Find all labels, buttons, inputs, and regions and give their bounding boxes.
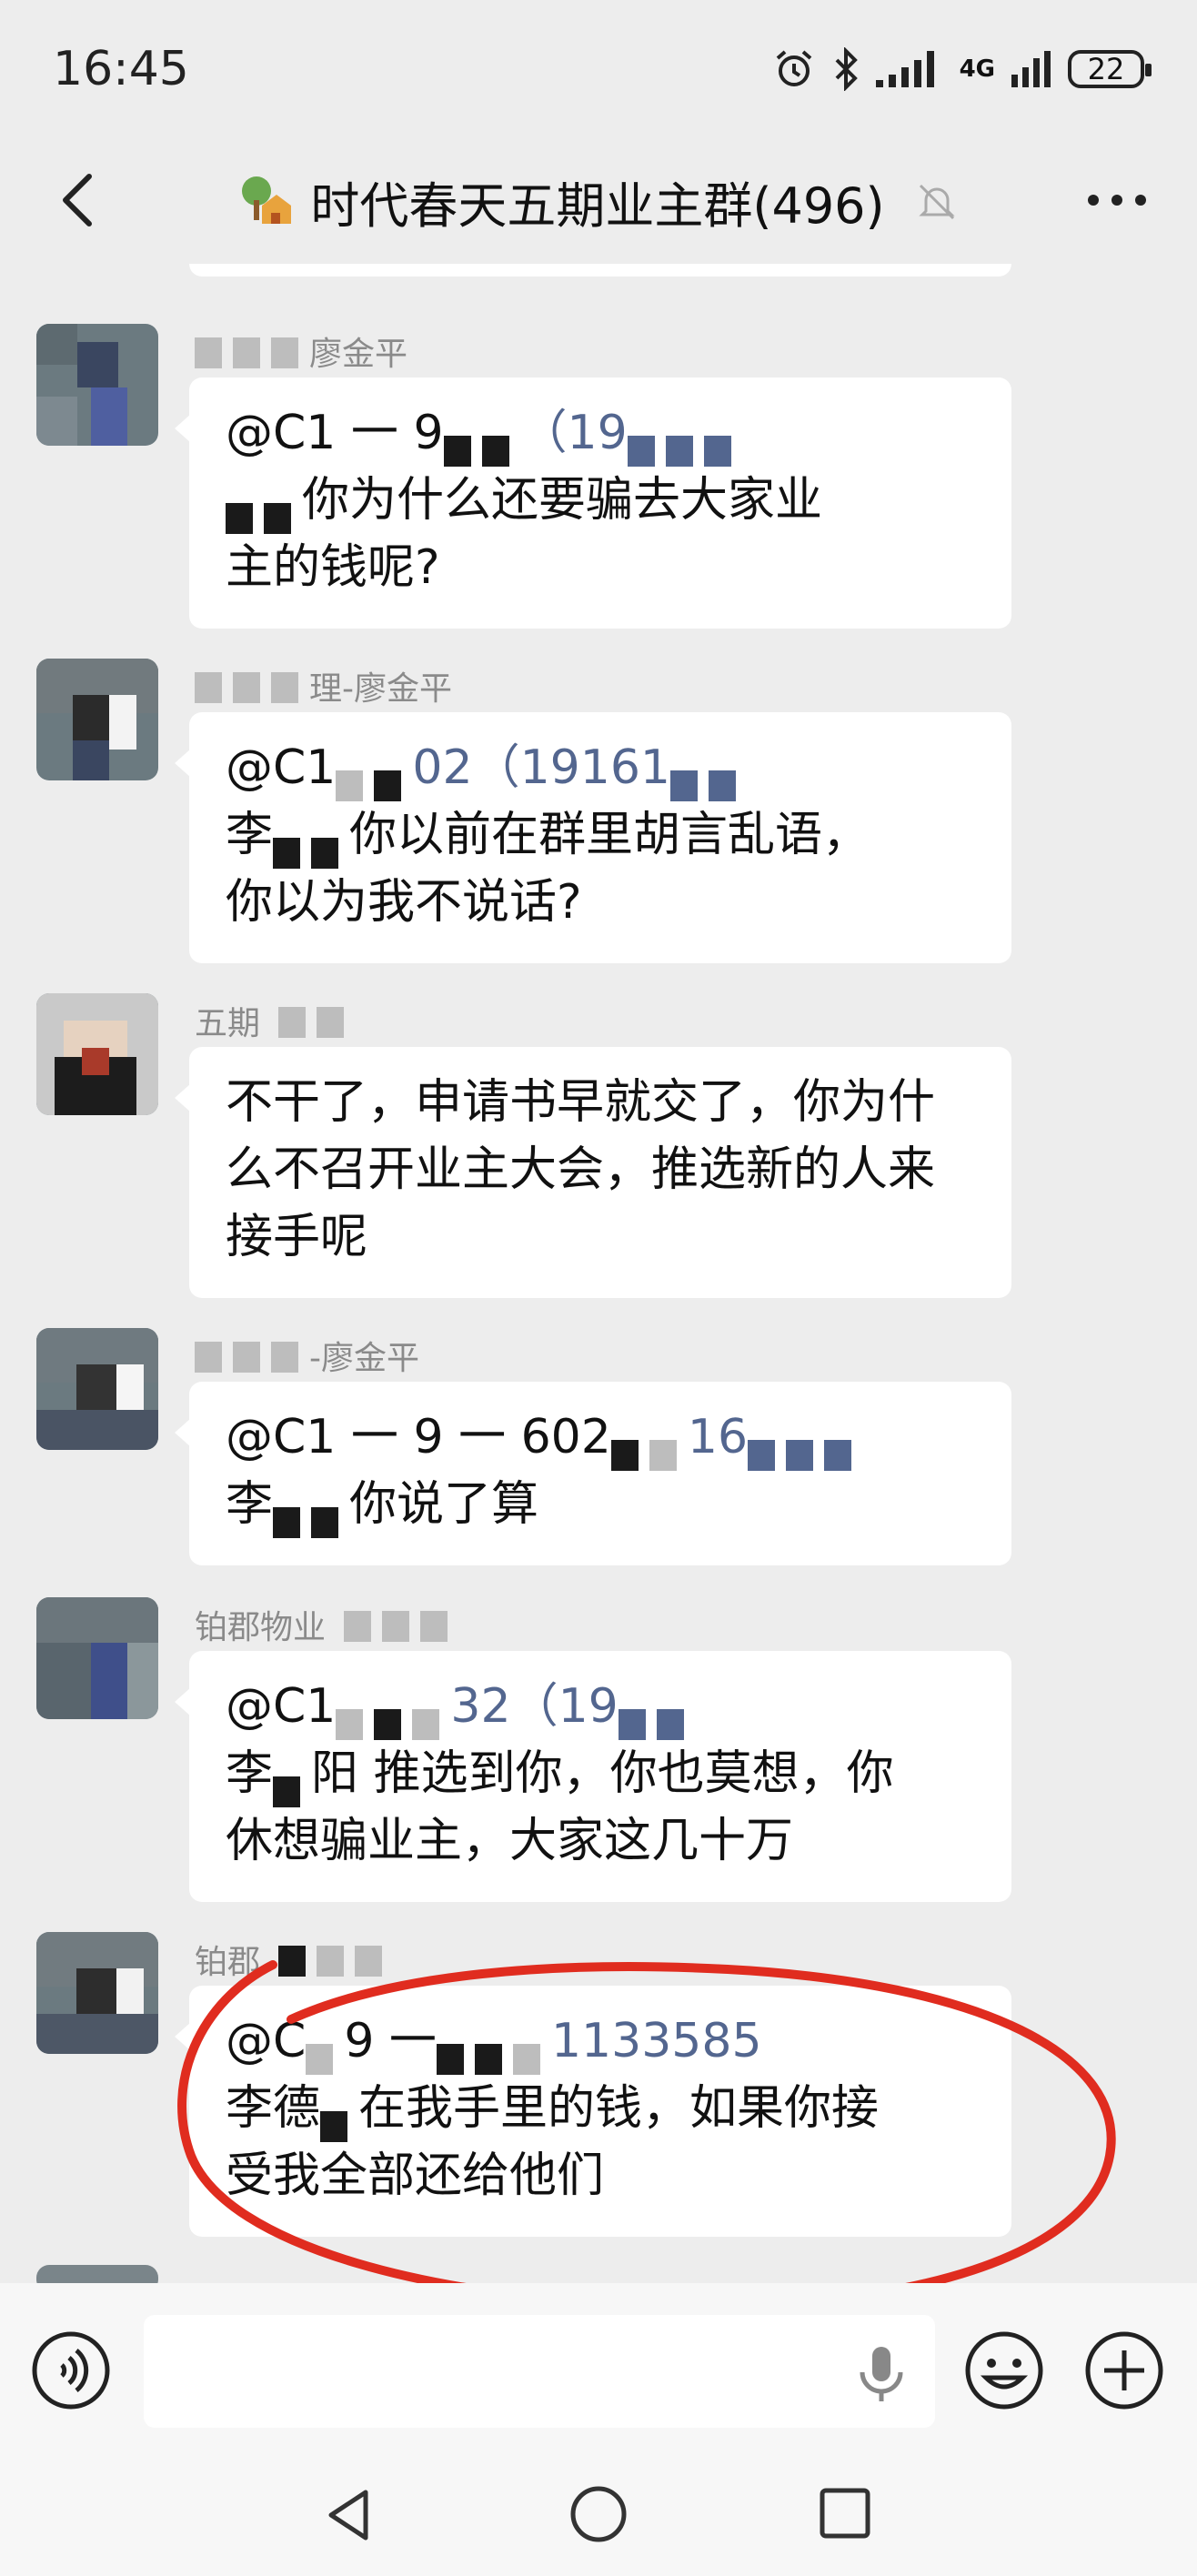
message-bubble[interactable]: @C1 32（19 李阳 推选到你，你也莫想，你 休想骗业主，大家这几十万 bbox=[175, 1651, 1011, 1902]
sender-name: 理-廖金平 bbox=[195, 662, 452, 709]
nav-back-icon[interactable] bbox=[318, 2483, 382, 2547]
mute-bell-icon bbox=[919, 184, 955, 219]
signal-4g-icon bbox=[1011, 51, 1051, 87]
alarm-icon bbox=[776, 50, 811, 86]
chat-title: 时代春天五期业主群(496) bbox=[310, 177, 885, 235]
signal-icon bbox=[875, 51, 934, 87]
avatar[interactable] bbox=[36, 1932, 158, 2054]
chat-title-row[interactable]: 时代春天五期业主群(496) bbox=[0, 166, 1197, 237]
avatar[interactable] bbox=[36, 659, 158, 780]
avatar[interactable] bbox=[36, 1597, 158, 1719]
network-type: 4G bbox=[959, 55, 995, 83]
avatar[interactable] bbox=[36, 1328, 158, 1450]
message-input[interactable] bbox=[144, 2315, 935, 2428]
status-icons: 4G 22 bbox=[772, 42, 1152, 96]
bluetooth-icon bbox=[835, 47, 858, 91]
emoji-icon[interactable] bbox=[962, 2329, 1046, 2412]
house-tree-icon bbox=[242, 176, 292, 224]
status-time: 16:45 bbox=[53, 42, 189, 96]
avatar[interactable] bbox=[36, 324, 158, 446]
sender-name: -廖金平 bbox=[195, 1332, 419, 1379]
message-bubble[interactable]: @C1 02（19161 李你以前在群里胡言乱语， 你以为我不说话? bbox=[175, 712, 1011, 963]
voice-toggle-icon[interactable] bbox=[29, 2329, 113, 2412]
previous-bubble-bottom bbox=[189, 264, 1011, 277]
more-options-icon[interactable] bbox=[1081, 177, 1153, 223]
avatar[interactable] bbox=[36, 993, 158, 1115]
status-bar: 16:45 4G 22 bbox=[0, 0, 1197, 136]
microphone-icon[interactable] bbox=[855, 2345, 908, 2403]
sender-name: 五期 bbox=[195, 997, 355, 1044]
sender-name: 廖金平 bbox=[195, 327, 407, 375]
battery-icon: 22 bbox=[1068, 50, 1152, 88]
sender-name: 铂郡物业 bbox=[195, 1601, 458, 1648]
message-bubble[interactable]: @C1 一 9 一 602 16 李你说了算 bbox=[175, 1382, 1011, 1565]
red-annotation-circle bbox=[177, 1960, 1116, 2311]
nav-recents-icon[interactable] bbox=[817, 2485, 873, 2541]
message-bubble[interactable]: 不干了，申请书早就交了，你为什 么不召开业主大会，推选新的人来 接手呢 bbox=[175, 1047, 1011, 1298]
message-bubble[interactable]: @C1 一 9 （19 你为什么还要骗去大家业 主的钱呢? bbox=[175, 377, 1011, 629]
nav-home-icon[interactable] bbox=[566, 2481, 631, 2547]
next-message-partial bbox=[36, 2265, 158, 2283]
add-more-icon[interactable] bbox=[1082, 2329, 1166, 2412]
battery-level: 22 bbox=[1087, 52, 1125, 86]
